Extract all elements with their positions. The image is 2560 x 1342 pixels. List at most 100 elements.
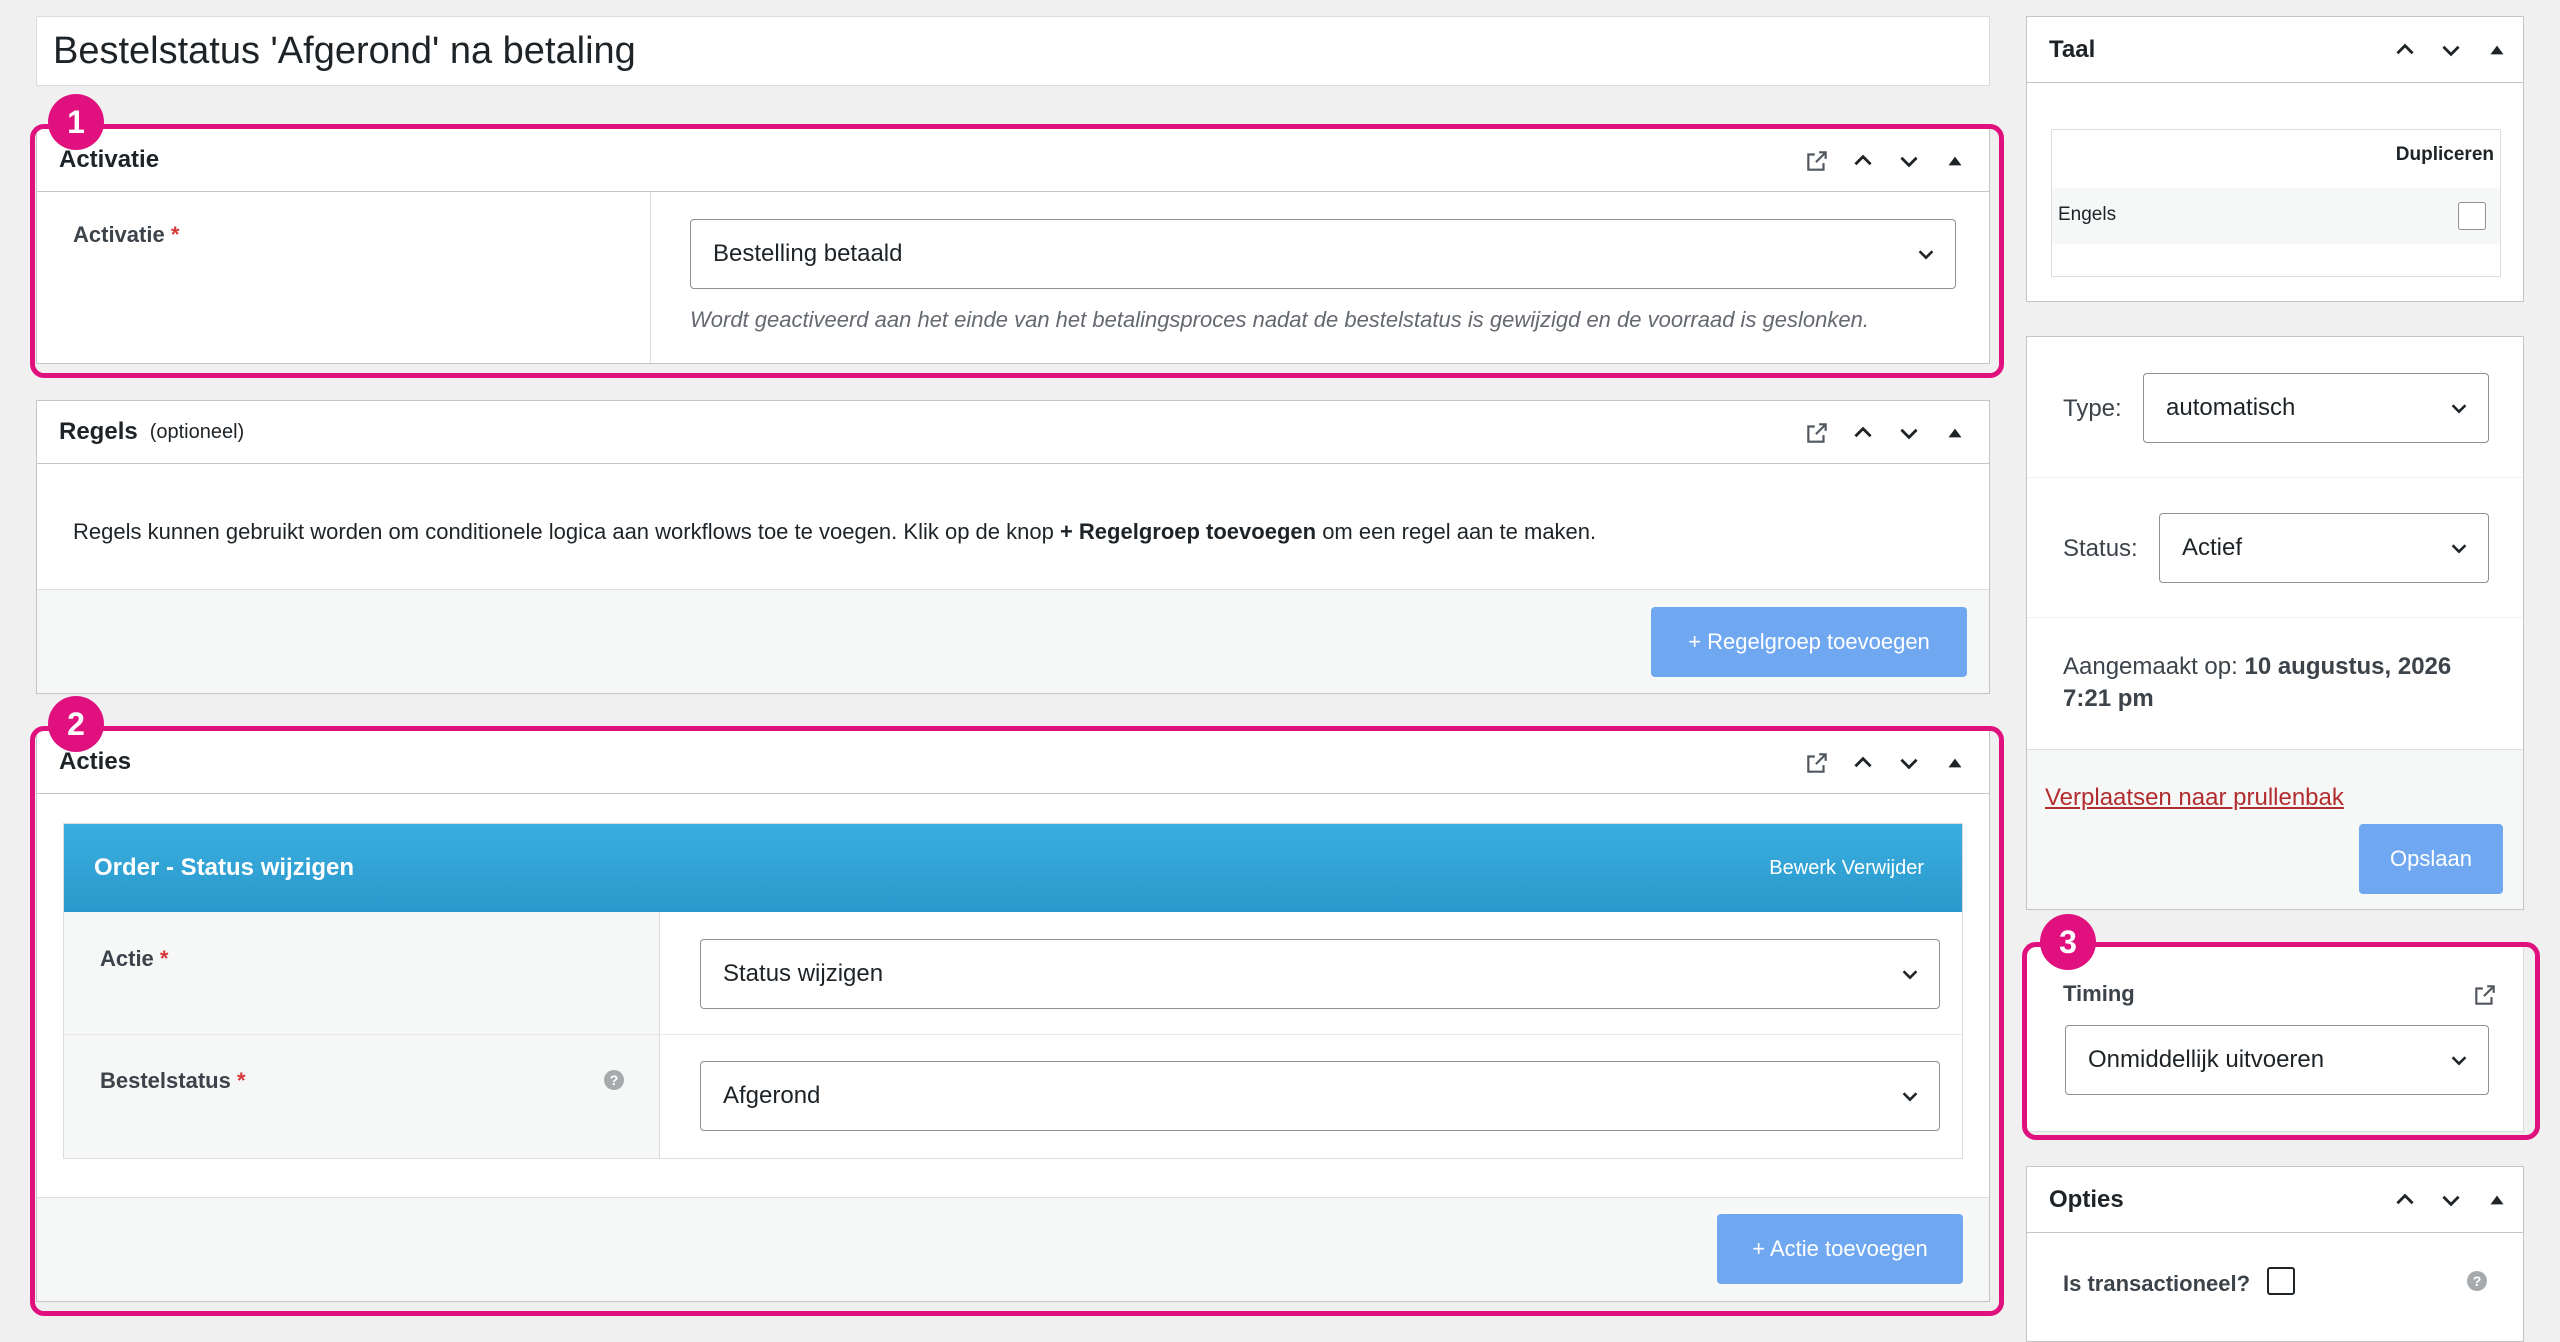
save-button[interactable]: Opslaan xyxy=(2359,824,2503,894)
move-down-icon[interactable] xyxy=(1893,747,1925,779)
transactional-checkbox[interactable] xyxy=(2267,1267,2295,1295)
language-row: Engels xyxy=(2052,188,2500,244)
action-item: Order - Status wijzigen Bewerk Verwijder… xyxy=(63,823,1963,1159)
action-item-title: Order - Status wijzigen xyxy=(94,854,355,881)
move-down-icon[interactable] xyxy=(1893,417,1925,449)
external-link-icon[interactable] xyxy=(1801,417,1833,449)
transactional-label: Is transactioneel? xyxy=(2063,1271,2251,1296)
opties-title: Opties xyxy=(2049,1185,2124,1213)
regels-text-before: Regels kunnen gebruikt worden om conditi… xyxy=(73,519,1060,544)
external-link-icon[interactable] xyxy=(1801,747,1833,779)
move-down-icon[interactable] xyxy=(1893,145,1925,177)
collapse-toggle-icon[interactable] xyxy=(2481,34,2513,66)
status-select[interactable]: Actief xyxy=(2159,513,2489,583)
acties-box: Acties Order - Status wijzigen Bewerk Ve… xyxy=(36,730,1990,1302)
activatie-field-label-text: Activatie xyxy=(73,222,165,247)
order-status-selected-value: Afgerond xyxy=(723,1082,821,1109)
status-selected-value: Actief xyxy=(2182,534,2243,561)
required-mark: * xyxy=(159,946,169,971)
timing-select[interactable]: Onmiddellijk uitvoeren xyxy=(2065,1025,2489,1095)
publish-box: Type: automatisch Status: Actief Aangema… xyxy=(2026,336,2524,910)
created-date: Aangemaakt op: 10 augustus, 2026 7:21 pm xyxy=(2063,651,2493,715)
activatie-description: Wordt geactiveerd aan het einde van het … xyxy=(690,307,1869,332)
acties-footer: + Actie toevoegen xyxy=(37,1197,1989,1301)
help-icon[interactable]: ? xyxy=(604,1070,624,1090)
action-type-select[interactable]: Status wijzigen xyxy=(700,939,1940,1009)
activatie-title: Activatie xyxy=(59,146,160,173)
order-status-field-label-text: Bestelstatus xyxy=(100,1068,231,1093)
regels-text-after: om een regel aan te maken. xyxy=(1316,519,1597,544)
opties-box: Opties Is transactioneel? ? xyxy=(2026,1166,2524,1342)
activatie-box: Activatie Activatie * Bestelling betaald… xyxy=(36,128,1990,364)
taal-box: Taal Dupliceren Engels xyxy=(2026,16,2524,302)
regels-description: Regels kunnen gebruikt worden om conditi… xyxy=(73,519,1596,545)
created-label: Aangemaakt op: xyxy=(2063,653,2238,680)
timing-title: Timing xyxy=(2063,981,2135,1006)
divider xyxy=(2027,477,2523,478)
timing-box: Timing Onmiddellijk uitvoeren xyxy=(2026,944,2524,1132)
collapse-toggle-icon[interactable] xyxy=(2481,1184,2513,1216)
annotation-badge-2: 2 xyxy=(48,696,104,752)
move-down-icon[interactable] xyxy=(2435,1184,2467,1216)
collapse-toggle-icon[interactable] xyxy=(1939,417,1971,449)
created-time-value: 7:21 pm xyxy=(2063,685,2154,712)
required-mark: * xyxy=(236,1068,246,1093)
chevron-down-icon xyxy=(1918,250,1934,260)
taal-header: Taal xyxy=(2027,17,2523,83)
action-item-header[interactable]: Order - Status wijzigen Bewerk Verwijder xyxy=(64,824,1962,912)
divider xyxy=(2027,617,2523,618)
collapse-toggle-icon[interactable] xyxy=(1939,747,1971,779)
language-name: Engels xyxy=(2058,204,2117,225)
duplicate-column-header: Dupliceren xyxy=(2395,144,2494,165)
move-up-icon[interactable] xyxy=(2389,34,2421,66)
move-up-icon[interactable] xyxy=(2389,1184,2421,1216)
add-rule-group-button[interactable]: + Regelgroep toevoegen xyxy=(1651,607,1967,677)
regels-title: Regels xyxy=(59,418,138,445)
duplicate-checkbox[interactable] xyxy=(2458,202,2486,230)
action-field-label: Actie * xyxy=(100,946,168,972)
chevron-down-icon xyxy=(1902,970,1918,980)
activatie-selected-value: Bestelling betaald xyxy=(713,240,903,267)
row-divider xyxy=(64,1034,1962,1035)
acties-header: Acties xyxy=(37,731,1989,794)
acties-title: Acties xyxy=(59,748,132,775)
delete-action-link[interactable]: Verwijder xyxy=(1842,857,1924,880)
external-link-icon[interactable] xyxy=(1801,145,1833,177)
external-link-icon[interactable] xyxy=(2469,979,2501,1011)
status-label: Status: xyxy=(2063,535,2138,562)
required-mark: * xyxy=(170,222,180,247)
type-label: Type: xyxy=(2063,395,2122,422)
move-up-icon[interactable] xyxy=(1847,747,1879,779)
opties-header: Opties xyxy=(2027,1167,2523,1233)
activatie-trigger-select[interactable]: Bestelling betaald xyxy=(690,219,1956,289)
activatie-field-label: Activatie * xyxy=(73,222,179,248)
order-status-select[interactable]: Afgerond xyxy=(700,1061,1940,1131)
type-select[interactable]: automatisch xyxy=(2143,373,2489,443)
publish-actions: Verplaatsen naar prullenbak Opslaan xyxy=(2027,749,2523,909)
annotation-badge-3: 3 xyxy=(2040,914,2096,970)
action-field-label-text: Actie xyxy=(100,946,154,971)
move-down-icon[interactable] xyxy=(2435,34,2467,66)
chevron-down-icon xyxy=(2451,544,2467,554)
timing-selected-value: Onmiddellijk uitvoeren xyxy=(2088,1046,2325,1073)
regels-subtitle: (optioneel) xyxy=(149,420,245,443)
trash-link[interactable]: Verplaatsen naar prullenbak xyxy=(2045,784,2344,812)
language-table: Dupliceren Engels xyxy=(2051,129,2501,277)
regels-header: Regels (optioneel) xyxy=(37,401,1989,464)
move-up-icon[interactable] xyxy=(1847,145,1879,177)
type-selected-value: automatisch xyxy=(2166,394,2296,421)
collapse-toggle-icon[interactable] xyxy=(1939,145,1971,177)
add-action-button[interactable]: + Actie toevoegen xyxy=(1717,1214,1963,1284)
help-icon[interactable]: ? xyxy=(2467,1271,2487,1291)
activatie-label-cell: Activatie * xyxy=(37,192,651,363)
action-type-selected-value: Status wijzigen xyxy=(723,960,884,987)
chevron-down-icon xyxy=(1902,1092,1918,1102)
workflow-title-input[interactable]: Bestelstatus 'Afgerond' na betaling xyxy=(36,16,1990,86)
move-up-icon[interactable] xyxy=(1847,417,1879,449)
regels-text-bold: + Regelgroep toevoegen xyxy=(1059,519,1317,544)
edit-action-link[interactable]: Bewerk xyxy=(1769,857,1836,880)
taal-title: Taal xyxy=(2049,35,2096,63)
regels-footer: + Regelgroep toevoegen xyxy=(37,589,1989,693)
chevron-down-icon xyxy=(2451,1056,2467,1066)
created-date-value: 10 augustus, 2026 xyxy=(2244,653,2452,680)
